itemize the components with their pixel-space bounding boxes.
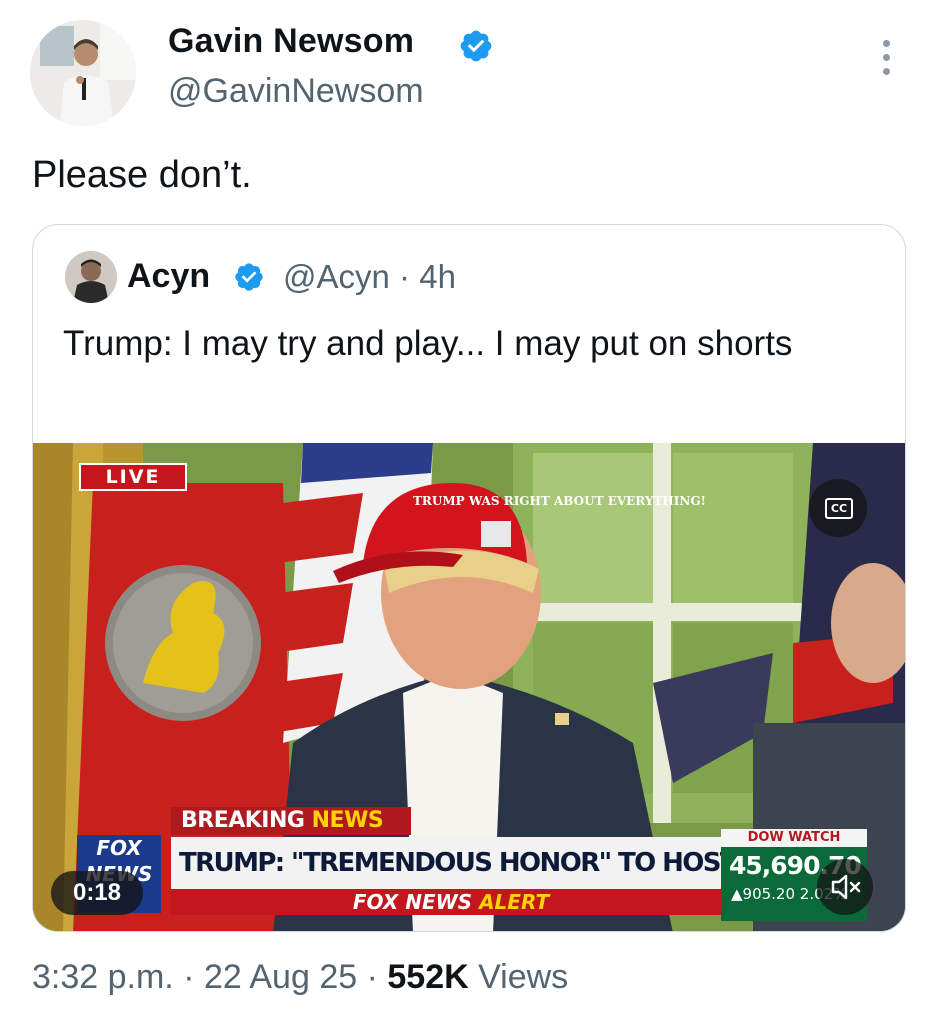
views-label: Views	[478, 958, 569, 996]
breaking-news-word: NEWS	[311, 808, 384, 833]
quoted-tweet-card[interactable]: Acyn @Acyn · 4h Trump: I may try and pla…	[32, 224, 906, 932]
news-alert-bar: FOX NEWS ALERT	[171, 889, 731, 915]
author-avatar[interactable]	[30, 20, 136, 126]
alert-prefix: FOX NEWS	[352, 890, 473, 914]
verified-badge-icon[interactable]	[458, 28, 494, 64]
meta-separator: ·	[183, 958, 195, 996]
views-count[interactable]: 552K	[387, 958, 468, 996]
meta-separator: ·	[399, 258, 411, 295]
news-headline: TRUMP: "TREMENDOUS HONOR" TO HOST WORLD …	[171, 837, 733, 889]
tweet-date[interactable]: 22 Aug 25	[204, 958, 357, 996]
quoted-verified-badge-icon	[235, 263, 263, 291]
video-elapsed-time: 0:18	[51, 871, 143, 915]
video-player[interactable]: TRUMP WAS RIGHT ABOUT EVERYTHING! LIVE C…	[33, 443, 905, 931]
quoted-author-name[interactable]: Acyn	[127, 257, 210, 296]
quoted-author-avatar[interactable]	[65, 251, 117, 303]
author-handle[interactable]: @GavinNewsom	[168, 72, 424, 111]
network-logo-top: FOX	[96, 836, 142, 860]
speaker-muted-icon	[831, 874, 861, 900]
quoted-tweet-age[interactable]: 4h	[419, 258, 456, 295]
breaking-news-banner: BREAKING NEWS	[171, 807, 411, 835]
avatar-photo	[30, 20, 136, 126]
meta-separator: ·	[366, 958, 378, 996]
breaking-label: BREAKING	[181, 808, 305, 833]
quoted-tweet-text: Trump: I may try and play... I may put o…	[63, 324, 793, 363]
quoted-author-meta: @Acyn · 4h	[283, 258, 456, 296]
quoted-author-handle[interactable]: @Acyn	[283, 258, 390, 295]
cap-text: TRUMP WAS RIGHT ABOUT EVERYTHING!	[413, 494, 706, 508]
author-display-name[interactable]: Gavin Newsom	[168, 22, 414, 61]
tweet-meta: 3:32 p.m. · 22 Aug 25 · 552K Views	[32, 958, 568, 997]
more-options-icon[interactable]	[874, 40, 898, 82]
quoted-avatar-photo	[65, 251, 117, 303]
alert-word: ALERT	[479, 890, 550, 914]
dow-ticker-title: DOW WATCH	[721, 829, 867, 847]
live-badge: LIVE	[79, 463, 187, 491]
closed-captions-button[interactable]: CC	[809, 479, 867, 537]
tweet-time[interactable]: 3:32 p.m.	[32, 958, 174, 996]
tweet-text: Please don’t.	[32, 154, 252, 196]
cc-icon: CC	[825, 498, 853, 519]
mute-button[interactable]	[817, 859, 873, 915]
